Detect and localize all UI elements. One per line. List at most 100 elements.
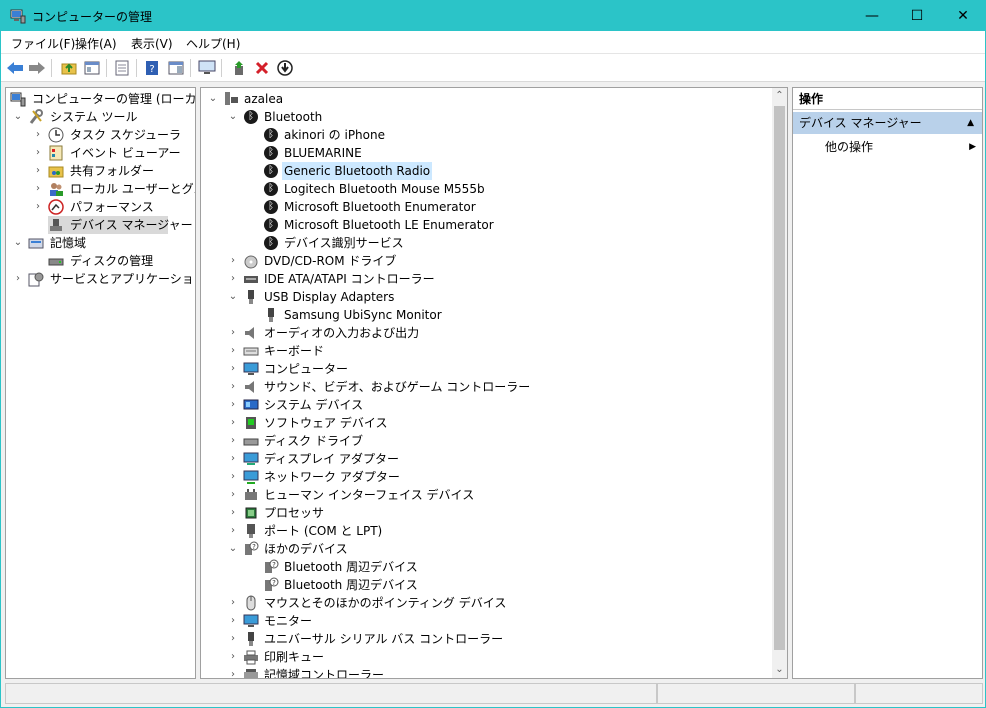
device-tree-item[interactable]: ⌄ azalea bbox=[201, 90, 771, 108]
device-tree-item[interactable]: ⌄ USB Display Adapters bbox=[201, 288, 771, 306]
collapse-triangle-icon[interactable]: ▲ bbox=[967, 112, 974, 134]
device-tree-item[interactable]: › ディスプレイ アダプター bbox=[201, 450, 771, 468]
tree-item-services-apps[interactable]: › サービスとアプリケーション bbox=[6, 270, 195, 288]
collapse-chevron-icon[interactable]: ⌄ bbox=[227, 288, 239, 306]
expand-chevron-icon[interactable]: › bbox=[227, 468, 239, 486]
expand-chevron-icon[interactable]: › bbox=[32, 198, 44, 216]
show-hide-tree-button[interactable] bbox=[82, 58, 102, 78]
collapse-chevron-icon[interactable]: ⌄ bbox=[12, 108, 24, 126]
tree-item-task-scheduler[interactable]: › タスク スケジューラ bbox=[6, 126, 195, 144]
device-tree-item[interactable]: ᛒ Microsoft Bluetooth LE Enumerator bbox=[201, 216, 771, 234]
scan-hardware-button[interactable] bbox=[197, 58, 217, 78]
tree-item-performance[interactable]: › パフォーマンス bbox=[6, 198, 195, 216]
device-tree-item[interactable]: › IDE ATA/ATAPI コントローラー bbox=[201, 270, 771, 288]
menu-action[interactable]: 操作(A) bbox=[75, 35, 117, 52]
title-bar[interactable]: コンピューターの管理 — ☐ ✕ bbox=[1, 1, 985, 31]
device-tree-item[interactable]: ᛒ Microsoft Bluetooth Enumerator bbox=[201, 198, 771, 216]
device-tree-item[interactable]: ⌄? ほかのデバイス bbox=[201, 540, 771, 558]
back-button[interactable] bbox=[5, 58, 25, 78]
expand-chevron-icon[interactable]: › bbox=[12, 270, 24, 288]
tree-item-system-tools[interactable]: ⌄ システム ツール bbox=[6, 108, 195, 126]
device-tree-item[interactable]: › モニター bbox=[201, 612, 771, 630]
device-tree-item[interactable]: › キーボード bbox=[201, 342, 771, 360]
expand-chevron-icon[interactable]: › bbox=[227, 522, 239, 540]
device-tree-item[interactable]: ? Bluetooth 周辺デバイス bbox=[201, 576, 771, 594]
device-tree-item[interactable]: › 記憶域コントローラー bbox=[201, 666, 771, 678]
device-tree-item[interactable]: ? Bluetooth 周辺デバイス bbox=[201, 558, 771, 576]
expand-chevron-icon[interactable]: › bbox=[227, 360, 239, 378]
tree-item-shared-folders[interactable]: › 共有フォルダー bbox=[6, 162, 195, 180]
expand-chevron-icon[interactable]: › bbox=[227, 270, 239, 288]
expand-chevron-icon[interactable]: › bbox=[227, 378, 239, 396]
device-tree-item[interactable]: › コンピューター bbox=[201, 360, 771, 378]
menu-help[interactable]: ヘルプ(H) bbox=[186, 35, 240, 52]
help-button[interactable]: ? bbox=[142, 58, 162, 78]
tree-item-device-manager[interactable]: デバイス マネージャー bbox=[48, 216, 193, 234]
vertical-scrollbar[interactable]: ⌃ ⌄ bbox=[772, 88, 787, 678]
scroll-up-icon[interactable]: ⌃ bbox=[772, 88, 787, 104]
device-tree-item[interactable]: ᛒ デバイス識別サービス bbox=[201, 234, 771, 252]
update-driver-button[interactable] bbox=[229, 58, 249, 78]
more-actions-item[interactable]: 他の操作 ▶ bbox=[793, 137, 982, 157]
device-tree-item[interactable]: › プロセッサ bbox=[201, 504, 771, 522]
expand-chevron-icon[interactable]: › bbox=[227, 432, 239, 450]
device-tree-item[interactable]: › ネットワーク アダプター bbox=[201, 468, 771, 486]
expand-chevron-icon[interactable]: › bbox=[32, 126, 44, 144]
disable-device-button[interactable] bbox=[275, 58, 295, 78]
device-tree-item[interactable]: ᛒ Logitech Bluetooth Mouse M555b bbox=[201, 180, 771, 198]
tree-item-storage[interactable]: ⌄ 記憶域 bbox=[6, 234, 195, 252]
expand-chevron-icon[interactable]: › bbox=[32, 144, 44, 162]
show-action-pane-button[interactable] bbox=[166, 58, 186, 78]
minimize-button[interactable]: — bbox=[849, 1, 895, 31]
device-tree-item[interactable]: › システム デバイス bbox=[201, 396, 771, 414]
expand-chevron-icon[interactable]: › bbox=[32, 162, 44, 180]
device-tree-item[interactable]: › マウスとそのほかのポインティング デバイス bbox=[201, 594, 771, 612]
device-tree-item[interactable]: › オーディオの入力および出力 bbox=[201, 324, 771, 342]
device-tree-item[interactable]: › サウンド、ビデオ、およびゲーム コントローラー bbox=[201, 378, 771, 396]
device-tree-item[interactable]: › ソフトウェア デバイス bbox=[201, 414, 771, 432]
expand-chevron-icon[interactable]: › bbox=[227, 612, 239, 630]
menu-file[interactable]: ファイル(F) bbox=[11, 35, 75, 52]
device-tree-item[interactable]: › ポート (COM と LPT) bbox=[201, 522, 771, 540]
close-button[interactable]: ✕ bbox=[940, 1, 986, 31]
expand-chevron-icon[interactable]: › bbox=[227, 342, 239, 360]
scroll-down-icon[interactable]: ⌄ bbox=[772, 662, 787, 678]
expand-chevron-icon[interactable]: › bbox=[32, 180, 44, 198]
device-tree-item[interactable]: › 印刷キュー bbox=[201, 648, 771, 666]
collapse-chevron-icon[interactable]: ⌄ bbox=[207, 90, 219, 108]
device-tree-item[interactable]: Samsung UbiSync Monitor bbox=[201, 306, 771, 324]
expand-chevron-icon[interactable]: › bbox=[227, 414, 239, 432]
up-level-button[interactable] bbox=[59, 58, 79, 78]
collapse-chevron-icon[interactable]: ⌄ bbox=[227, 108, 239, 126]
collapse-chevron-icon[interactable]: ⌄ bbox=[227, 540, 239, 558]
maximize-button[interactable]: ☐ bbox=[894, 1, 940, 31]
tree-item-event-viewer[interactable]: › イベント ビューアー bbox=[6, 144, 195, 162]
device-tree-item[interactable]: › ヒューマン インターフェイス デバイス bbox=[201, 486, 771, 504]
menu-view[interactable]: 表示(V) bbox=[131, 35, 173, 52]
export-list-button[interactable] bbox=[112, 58, 132, 78]
device-tree-item[interactable]: › ディスク ドライブ bbox=[201, 432, 771, 450]
forward-button[interactable] bbox=[27, 58, 47, 78]
expand-chevron-icon[interactable]: › bbox=[227, 666, 239, 678]
uninstall-device-button[interactable] bbox=[252, 58, 272, 78]
tree-item-computer-management[interactable]: コンピューターの管理 (ローカル) bbox=[6, 90, 195, 108]
expand-chevron-icon[interactable]: › bbox=[227, 594, 239, 612]
scrollbar-thumb[interactable] bbox=[774, 106, 785, 650]
expand-chevron-icon[interactable]: › bbox=[227, 504, 239, 522]
actions-section-device-manager[interactable]: デバイス マネージャー ▲ bbox=[793, 112, 982, 134]
device-tree-item[interactable]: ᛒ Generic Bluetooth Radio bbox=[201, 162, 771, 180]
expand-chevron-icon[interactable]: › bbox=[227, 252, 239, 270]
expand-chevron-icon[interactable]: › bbox=[227, 486, 239, 504]
tree-item-local-users[interactable]: › ローカル ユーザーとグループ bbox=[6, 180, 195, 198]
device-tree-item[interactable]: ⌄ ᛒ Bluetooth bbox=[201, 108, 771, 126]
expand-chevron-icon[interactable]: › bbox=[227, 450, 239, 468]
device-tree-item[interactable]: ᛒ BLUEMARINE bbox=[201, 144, 771, 162]
device-tree-item[interactable]: › DVD/CD-ROM ドライブ bbox=[201, 252, 771, 270]
expand-chevron-icon[interactable]: › bbox=[227, 648, 239, 666]
collapse-chevron-icon[interactable]: ⌄ bbox=[12, 234, 24, 252]
expand-chevron-icon[interactable]: › bbox=[227, 396, 239, 414]
device-tree-item[interactable]: › ユニバーサル シリアル バス コントローラー bbox=[201, 630, 771, 648]
expand-chevron-icon[interactable]: › bbox=[227, 630, 239, 648]
expand-chevron-icon[interactable]: › bbox=[227, 324, 239, 342]
device-tree-item[interactable]: ᛒ akinori の iPhone bbox=[201, 126, 771, 144]
